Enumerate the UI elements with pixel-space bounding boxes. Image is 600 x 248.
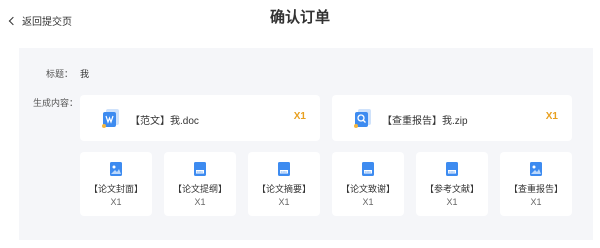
item-label: 【论文提纲】 bbox=[172, 184, 227, 194]
page-title: 确认订单 bbox=[269, 9, 330, 26]
item-label: 【查重报告】 bbox=[508, 184, 563, 194]
svg-text:DOC: DOC bbox=[197, 170, 205, 174]
item-label: 【参考文献】 bbox=[424, 184, 479, 194]
file-name: 【范文】我.doc bbox=[130, 116, 199, 127]
item-quantity: X1 bbox=[362, 197, 374, 207]
file-card-report-zip[interactable]: 【查重报告】我.zip X1 bbox=[332, 95, 572, 141]
file-quantity: X1 bbox=[293, 111, 306, 122]
item-label: 【论文摘要】 bbox=[256, 184, 311, 194]
top-bar: 返回提交页 确认订单 bbox=[0, 0, 600, 38]
item-card-cover[interactable]: 【论文封面】 X1 bbox=[80, 152, 152, 216]
item-card-acknowledgement[interactable]: DOC 【论文致谢】 X1 bbox=[332, 152, 404, 216]
item-card-references[interactable]: DOC 【参考文献】 X1 bbox=[416, 152, 488, 216]
file-name: 【查重报告】我.zip bbox=[382, 116, 468, 127]
title-value: 我 bbox=[80, 69, 90, 79]
doc-file-icon: DOC bbox=[446, 162, 458, 176]
doc-file-icon: DOC bbox=[194, 162, 206, 176]
svg-text:DOC: DOC bbox=[449, 170, 457, 174]
item-quantity: X1 bbox=[194, 197, 206, 207]
file-card-sample-doc[interactable]: 【范文】我.doc X1 bbox=[80, 95, 320, 141]
word-document-icon bbox=[102, 109, 119, 128]
doc-file-icon: DOC bbox=[362, 162, 374, 176]
svg-text:DOC: DOC bbox=[281, 170, 289, 174]
item-quantity: X1 bbox=[278, 197, 290, 207]
doc-file-icon: DOC bbox=[278, 162, 290, 176]
item-quantity: X1 bbox=[446, 197, 458, 207]
item-quantity: X1 bbox=[110, 197, 122, 207]
content-label: 生成内容： bbox=[33, 98, 79, 108]
image-file-icon bbox=[110, 162, 122, 176]
item-card-abstract[interactable]: DOC 【论文摘要】 X1 bbox=[248, 152, 320, 216]
title-label: 标题： bbox=[46, 69, 74, 79]
svg-text:DOC: DOC bbox=[365, 170, 373, 174]
file-quantity: X1 bbox=[545, 111, 558, 122]
item-card-outline[interactable]: DOC 【论文提纲】 X1 bbox=[164, 152, 236, 216]
item-card-plagiarism-report[interactable]: 【查重报告】 X1 bbox=[500, 152, 572, 216]
item-quantity: X1 bbox=[530, 197, 542, 207]
zip-report-icon bbox=[354, 109, 371, 128]
item-label: 【论文封面】 bbox=[88, 184, 143, 194]
item-label: 【论文致谢】 bbox=[340, 184, 395, 194]
image-file-icon bbox=[530, 162, 542, 176]
